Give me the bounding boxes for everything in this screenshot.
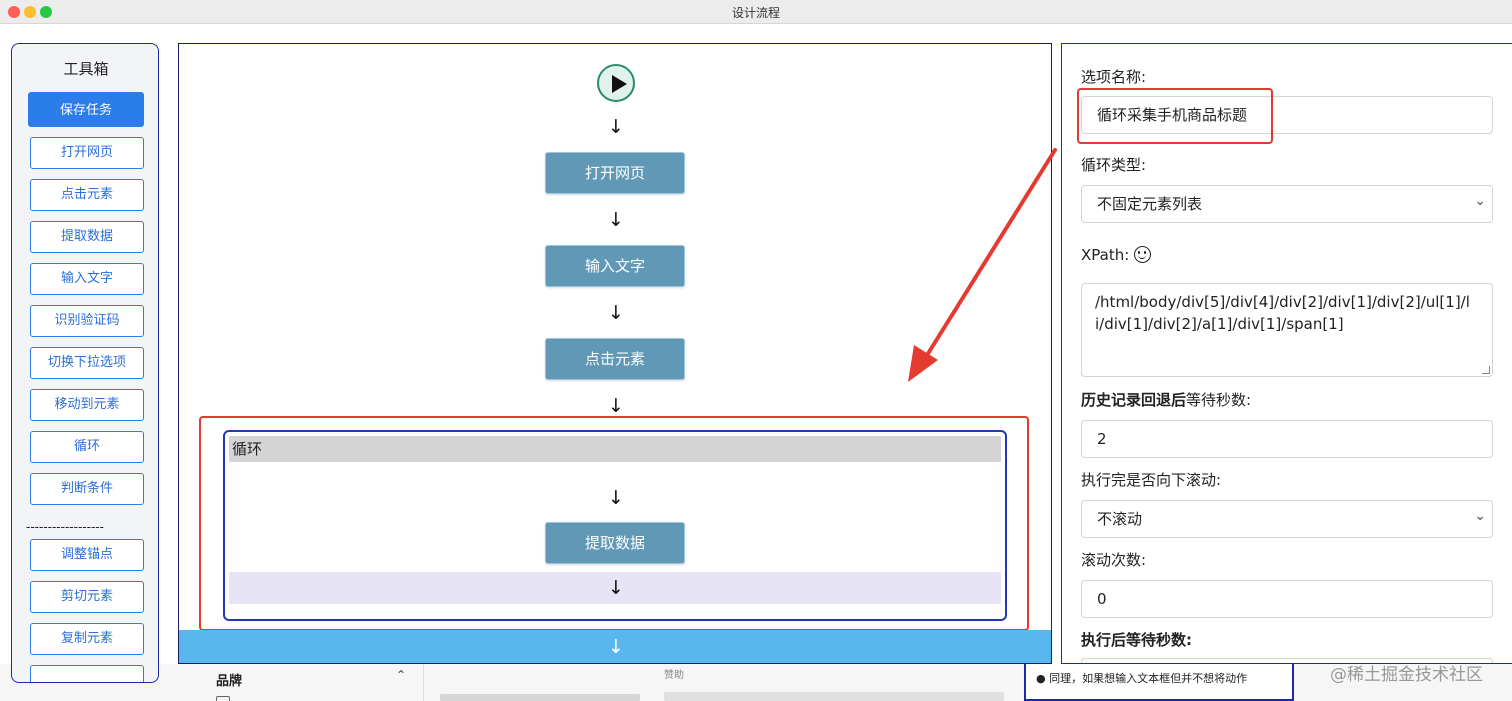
checkbox[interactable] — [216, 696, 230, 701]
design-flow-window: 设计流程 工具箱 保存任务 打开网页 点击元素 提取数据 输入文字 识别验证码 … — [0, 0, 1512, 683]
highlight-box-loop — [199, 416, 1029, 631]
product-title-text — [664, 692, 1004, 701]
tool-cut-element-button[interactable]: 剪切元素 — [30, 581, 144, 613]
highlight-box-option-name — [1077, 88, 1273, 144]
xpath-textarea[interactable]: /html/body/div[5]/div[4]/div[2]/div[1]/d… — [1081, 283, 1493, 377]
chevron-up-icon[interactable]: ⌃ — [396, 668, 406, 682]
history-wait-input[interactable]: 2 — [1081, 420, 1493, 458]
tool-switch-dropdown-button[interactable]: 切换下拉选项 — [30, 347, 144, 379]
loop-type-select[interactable]: 不固定元素列表 — [1081, 183, 1493, 223]
help-note: ● 同理，如果想输入文本框但并不想将动作 — [1024, 664, 1294, 701]
flow-arrow[interactable]: ↓ — [601, 210, 631, 230]
scroll-count-input[interactable]: 0 — [1081, 580, 1493, 618]
xpath-label: XPath: — [1081, 246, 1130, 264]
xpath-label-row: XPath: — [1081, 246, 1152, 264]
flow-arrow[interactable]: ↓ — [601, 396, 631, 416]
scroll-down-label: 执行完是否向下滚动: — [1081, 471, 1222, 489]
flow-arrow[interactable]: ↓ — [601, 117, 631, 137]
placeholder-bar — [440, 694, 640, 701]
flow-arrow[interactable]: ↓ — [601, 303, 631, 323]
toolbox: 工具箱 保存任务 打开网页 点击元素 提取数据 输入文字 识别验证码 切换下拉选… — [11, 43, 159, 683]
flow-end-drop-zone[interactable]: ↓ — [179, 630, 1051, 663]
after-wait-label: 执行后等待秒数: — [1081, 629, 1192, 650]
flow-node-click-element[interactable]: 点击元素 — [545, 338, 685, 380]
resize-handle[interactable] — [1482, 366, 1490, 374]
tool-open-page-button[interactable]: 打开网页 — [30, 137, 144, 169]
scroll-down-select[interactable]: 不滚动 — [1081, 498, 1493, 538]
tool-captcha-button[interactable]: 识别验证码 — [30, 305, 144, 337]
option-name-label: 选项名称: — [1081, 68, 1147, 86]
flow-canvas[interactable]: ↓ 打开网页 ↓ 输入文字 ↓ 点击元素 ↓ 循环 ↓ 提取数据 ↓ ↓ — [178, 43, 1052, 664]
flow-node-open-page[interactable]: 打开网页 — [545, 152, 685, 194]
tool-adjust-anchor-button[interactable]: 调整锚点 — [30, 539, 144, 571]
titlebar: 设计流程 — [0, 0, 1512, 24]
save-task-button[interactable]: 保存任务 — [28, 92, 144, 127]
tool-copy-element-button[interactable]: 复制元素 — [30, 623, 144, 655]
toolbox-title: 工具箱 — [63, 60, 109, 78]
loop-type-label: 循环类型: — [1081, 156, 1147, 174]
history-wait-label-rest: 等待秒数: — [1186, 391, 1252, 409]
tool-extract-data-button[interactable]: 提取数据 — [30, 221, 144, 253]
smiley-icon[interactable] — [1134, 246, 1152, 263]
tool-next-button[interactable] — [30, 665, 144, 682]
history-wait-label: 历史记录回退后等待秒数: — [1081, 389, 1251, 410]
tool-input-text-button[interactable]: 输入文字 — [30, 263, 144, 295]
scroll-count-label: 滚动次数: — [1081, 551, 1147, 569]
window-title: 设计流程 — [731, 6, 780, 20]
toolbox-separator: ------------------ — [26, 520, 104, 534]
properties-panel: 选项名称: 循环采集手机商品标题 循环类型: 不固定元素列表 XPath: /h… — [1061, 43, 1512, 664]
history-wait-label-bold: 历史记录回退后 — [1081, 391, 1187, 409]
tool-loop-button[interactable]: 循环 — [30, 431, 144, 463]
tool-click-element-button[interactable]: 点击元素 — [30, 179, 144, 211]
after-wait-label-bold: 执行后 — [1081, 631, 1127, 649]
divider — [423, 664, 424, 701]
background-app: 品牌 ⌃ 赞助 ● 同理，如果想输入文本框但并不想将动作 — [0, 664, 1512, 701]
brand-filter-label[interactable]: 品牌 — [216, 670, 242, 689]
xpath-value: /html/body/div[5]/div[4]/div[2]/div[1]/d… — [1095, 293, 1470, 333]
after-wait-input[interactable] — [1081, 658, 1493, 663]
play-icon[interactable] — [597, 64, 635, 102]
sponsor-label: 赞助 — [664, 670, 684, 681]
tool-condition-button[interactable]: 判断条件 — [30, 473, 144, 505]
tool-move-to-element-button[interactable]: 移动到元素 — [30, 389, 144, 421]
after-wait-label-rest: 等待秒数: — [1126, 631, 1193, 649]
flow-node-input-text[interactable]: 输入文字 — [545, 245, 685, 287]
